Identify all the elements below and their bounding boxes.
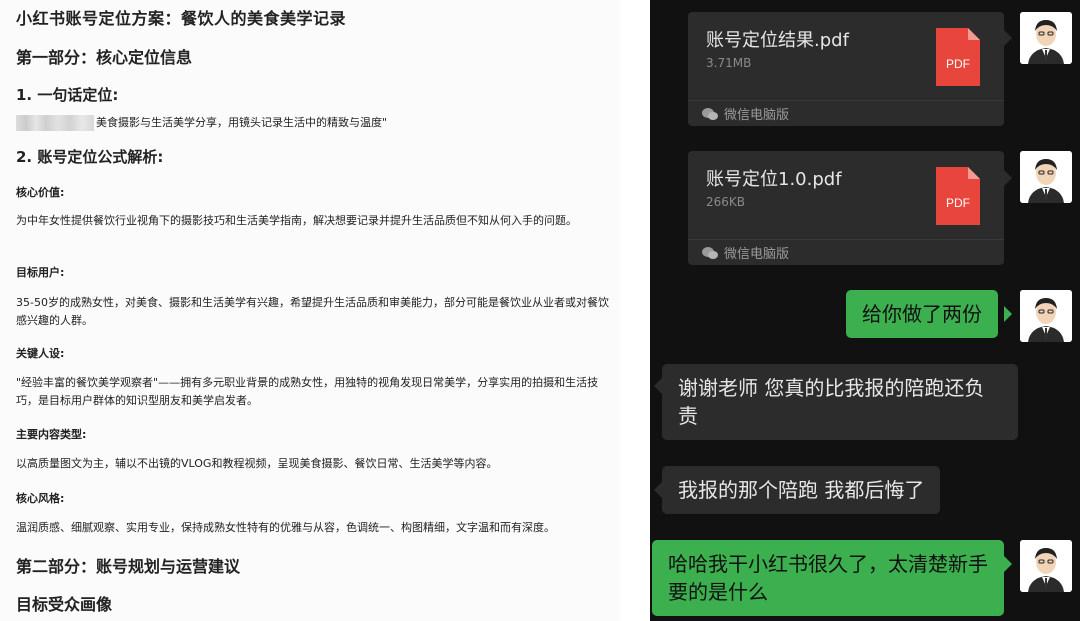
svg-text:PDF: PDF (946, 57, 970, 71)
svg-text:PDF: PDF (946, 196, 970, 210)
file-name: 账号定位结果.pdf (706, 30, 849, 51)
file-message-1[interactable]: 账号定位结果.pdf 3.71MB PDF 微信电脑版 (688, 12, 1004, 126)
core-value-label: 核心价值: (16, 186, 65, 199)
avatar-icon (1020, 540, 1072, 592)
style-text: 温润质感、细腻观察、实用专业，保持成熟女性特有的优雅与从容，色调统一、构图精细，… (16, 521, 555, 534)
core-value-text: 为中年女性提供餐饮行业视角下的摄影技巧和生活美学指南，解决想要记录并提升生活品质… (16, 214, 577, 227)
file-size: 266KB (706, 195, 746, 209)
file-separator (688, 100, 1004, 101)
content-text: 以高质量图文为主，辅以不出镜的VLOG和教程视频，呈现美食摄影、餐饮日常、生活美… (16, 457, 498, 470)
persona-text: "经验丰富的餐饮美学观察者"——拥有多元职业背景的成熟女性，用独特的视角发现日常… (16, 376, 599, 407)
oneline-text: 美食摄影与生活美学分享，用镜头记录生活中的精致与温度" (16, 114, 610, 132)
bubble-tail (654, 378, 662, 394)
bubble-tail (1004, 306, 1012, 322)
persona-label: 关键人设: (16, 347, 65, 360)
chat-bubble-received[interactable]: 我报的那个陪跑 我都后悔了 (662, 466, 941, 514)
document-panel: 小红书账号定位方案：餐饮人的美食美学记录 第一部分：核心定位信息 1. 一句话定… (0, 0, 620, 621)
file-separator (688, 239, 1004, 240)
doc-title: 小红书账号定位方案：餐饮人的美食美学记录 (16, 9, 347, 28)
oneline-heading: 1. 一句话定位: (16, 86, 119, 104)
avatar-icon (1020, 151, 1072, 203)
file-source: 微信电脑版 (702, 104, 789, 123)
avatar[interactable] (1020, 12, 1072, 64)
audience-heading: 目标受众画像 (16, 595, 113, 614)
wechat-icon (702, 107, 718, 120)
avatar-icon (1020, 12, 1072, 64)
style-label: 核心风格: (16, 492, 65, 505)
content-label: 主要内容类型: (16, 428, 87, 441)
avatar[interactable] (1020, 540, 1072, 592)
file-name: 账号定位1.0.pdf (706, 169, 842, 190)
chat-bubble-received[interactable]: 谢谢老师 您真的比我报的陪跑还负责 (662, 364, 1018, 440)
chat-bubble-sent[interactable]: 给你做了两份 (846, 290, 998, 338)
chat-bubble-sent[interactable]: 哈哈我干小红书很久了，太清楚新手要的是什么 (652, 540, 1004, 616)
file-size: 3.71MB (706, 56, 752, 70)
target-text: 35-50岁的成熟女性，对美食、摄影和生活美学有兴趣，希望提升生活品质和审美能力… (16, 296, 609, 327)
bubble-tail (1004, 556, 1012, 572)
bubble-tail (654, 482, 662, 498)
blurred-redaction (16, 115, 94, 131)
target-label: 目标用户: (16, 266, 65, 279)
bubble-tail (1004, 170, 1012, 186)
pdf-file-icon: PDF (936, 167, 980, 225)
pdf-file-icon: PDF (936, 28, 980, 86)
part2-heading: 第二部分：账号规划与运营建议 (16, 557, 241, 576)
part1-heading: 第一部分：核心定位信息 (16, 48, 193, 67)
file-source: 微信电脑版 (702, 243, 789, 262)
formula-heading: 2. 账号定位公式解析: (16, 148, 164, 166)
chat-panel: 账号定位结果.pdf 3.71MB PDF 微信电脑版 账号定位1.0.pdf … (650, 0, 1080, 621)
wechat-icon (702, 246, 718, 259)
file-message-2[interactable]: 账号定位1.0.pdf 266KB PDF 微信电脑版 (688, 151, 1004, 265)
bubble-tail (1004, 30, 1012, 46)
avatar[interactable] (1020, 290, 1072, 342)
divider (620, 0, 650, 621)
avatar-icon (1020, 290, 1072, 342)
avatar[interactable] (1020, 151, 1072, 203)
